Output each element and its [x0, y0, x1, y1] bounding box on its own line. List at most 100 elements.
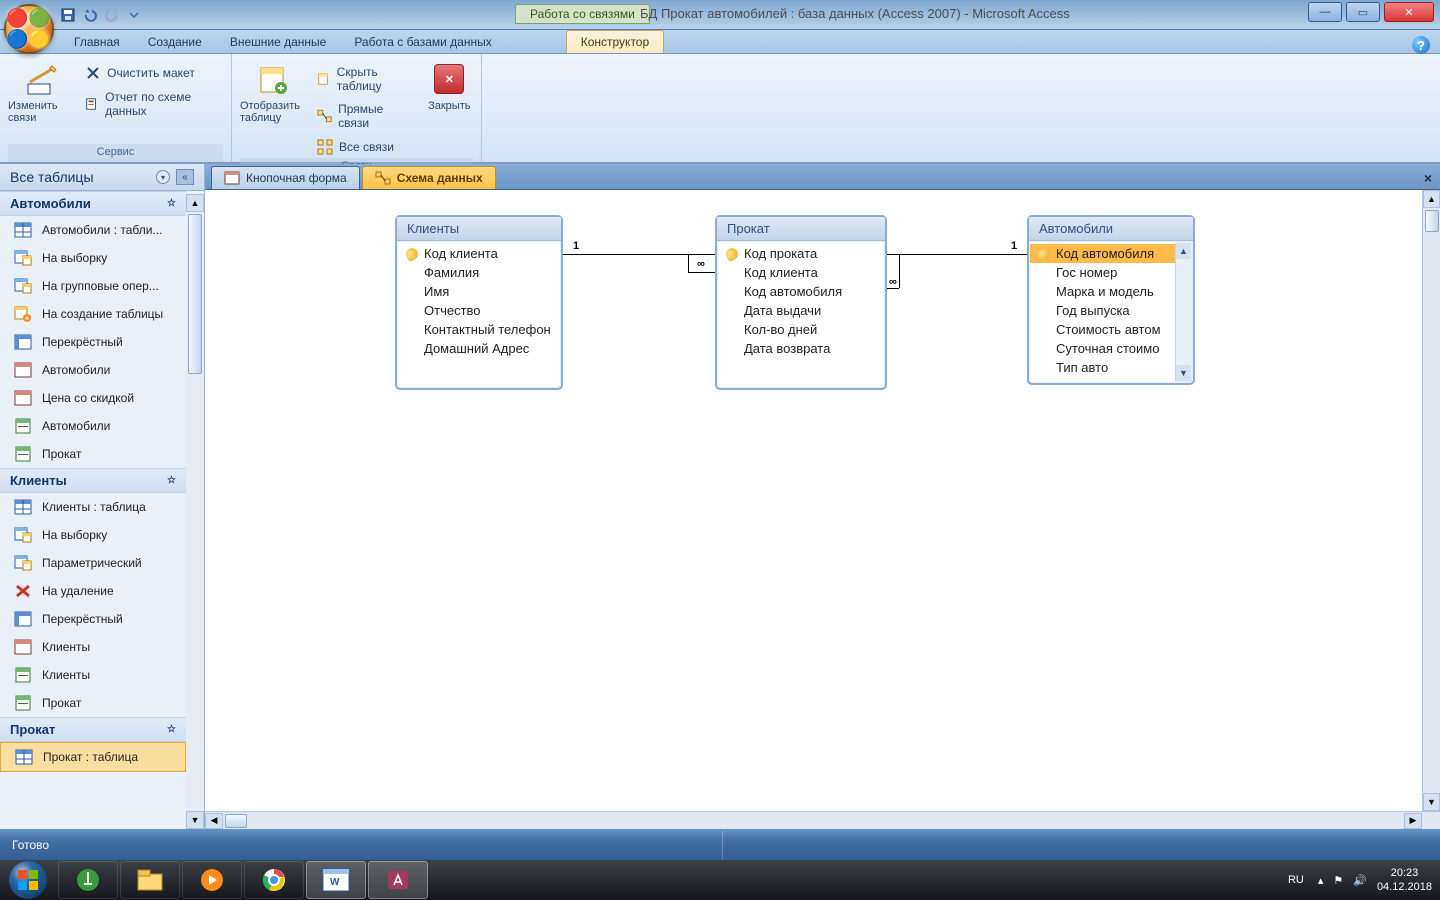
table-field[interactable]: Фамилия — [398, 263, 560, 282]
table-field[interactable]: Контактный телефон — [398, 320, 560, 339]
table-cars-scrollbar[interactable]: ▲ ▼ — [1175, 243, 1191, 381]
taskbar-app-chrome[interactable] — [244, 861, 304, 899]
nav-item[interactable]: На выборку — [0, 521, 186, 549]
nav-item[interactable]: Цена со скидкой — [0, 384, 186, 412]
all-relationships-button[interactable]: Все связи — [313, 136, 418, 158]
nav-item[interactable]: Клиенты — [0, 661, 186, 689]
nav-item[interactable]: Клиенты — [0, 633, 186, 661]
scroll-up-icon[interactable]: ▲ — [1423, 190, 1440, 208]
window-close-button[interactable]: ✕ — [1384, 2, 1434, 22]
office-button[interactable]: 🔴🟢🔵🟡 — [4, 4, 54, 54]
scroll-right-icon[interactable]: ▶ — [1404, 813, 1422, 829]
nav-item[interactable]: Автомобили — [0, 356, 186, 384]
scroll-up-icon[interactable]: ▲ — [186, 194, 204, 212]
tab-database-tools[interactable]: Работа с базами данных — [340, 31, 505, 53]
table-field[interactable]: Код клиента — [718, 263, 884, 282]
taskbar-app-media[interactable] — [182, 861, 242, 899]
relationship-report-button[interactable]: Отчет по схеме данных — [81, 87, 223, 121]
canvas-vertical-scrollbar[interactable]: ▲ ▼ — [1422, 190, 1440, 811]
qat-dropdown-icon[interactable] — [126, 7, 142, 23]
taskbar-app-explorer[interactable] — [120, 861, 180, 899]
nav-group-header[interactable]: Клиенты☆ — [0, 468, 186, 493]
nav-dropdown-icon[interactable]: ▾ — [156, 170, 170, 184]
table-field[interactable]: Код проката — [718, 244, 884, 263]
nav-item[interactable]: Автомобили : табли... — [0, 216, 186, 244]
relationships-canvas[interactable]: Клиенты Код клиентаФамилияИмяОтчествоКон… — [205, 190, 1440, 811]
show-table-button[interactable]: Отобразить таблицу — [240, 58, 305, 124]
language-indicator[interactable]: RU — [1284, 872, 1308, 888]
nav-item[interactable]: Перекрёстный — [0, 328, 186, 356]
taskbar-app-access[interactable] — [368, 861, 428, 899]
taskbar-app-word[interactable]: W — [306, 861, 366, 899]
tab-design[interactable]: Конструктор — [566, 30, 664, 53]
table-field[interactable]: Дата возврата — [718, 339, 884, 358]
scroll-down-icon[interactable]: ▼ — [1176, 365, 1191, 381]
scroll-down-icon[interactable]: ▼ — [1423, 793, 1440, 811]
tray-arrow-icon[interactable]: ▴ — [1318, 874, 1324, 887]
edit-relationships-button[interactable]: Изменить связи — [8, 58, 73, 124]
volume-icon[interactable]: 🔊 — [1353, 874, 1367, 887]
relationship-line[interactable] — [563, 254, 715, 255]
table-field[interactable]: Отчество — [398, 301, 560, 320]
table-field[interactable]: Домашний Адрес — [398, 339, 560, 358]
close-button[interactable]: ✕ Закрыть — [426, 58, 473, 112]
nav-item[interactable]: На удаление — [0, 577, 186, 605]
scroll-down-icon[interactable]: ▼ — [186, 811, 204, 829]
table-field[interactable]: Гос номер — [1030, 263, 1176, 282]
table-field[interactable]: Суточная стоимо — [1030, 339, 1176, 358]
tab-relationships[interactable]: Схема данных — [362, 166, 496, 189]
nav-item[interactable]: Прокат — [0, 440, 186, 468]
table-field[interactable]: Год выпуска — [1030, 301, 1176, 320]
action-center-icon[interactable]: ⚑ — [1333, 874, 1343, 887]
nav-item[interactable]: Клиенты : таблица — [0, 493, 186, 521]
table-field[interactable]: Кол-во дней — [718, 320, 884, 339]
table-field[interactable]: Тип авто — [1030, 358, 1176, 377]
table-rental[interactable]: Прокат Код прокатаКод клиентаКод автомоб… — [715, 215, 887, 390]
nav-group-header[interactable]: Автомобили☆ — [0, 191, 186, 216]
table-field[interactable]: Имя — [398, 282, 560, 301]
scroll-up-icon[interactable]: ▲ — [1176, 243, 1191, 259]
nav-item[interactable]: На выборку — [0, 244, 186, 272]
taskbar-app-torrent[interactable] — [58, 861, 118, 899]
table-field[interactable]: Марка и модель — [1030, 282, 1176, 301]
scroll-thumb[interactable] — [225, 814, 247, 828]
table-field[interactable]: Код автомобиля — [718, 282, 884, 301]
tab-external-data[interactable]: Внешние данные — [216, 31, 341, 53]
relationship-line[interactable] — [887, 254, 1027, 255]
minimize-button[interactable]: — — [1308, 2, 1342, 22]
save-icon[interactable] — [60, 7, 76, 23]
direct-relationships-button[interactable]: Прямые связи — [313, 99, 418, 133]
maximize-button[interactable]: ▭ — [1346, 2, 1380, 22]
table-field[interactable]: Дата выдачи — [718, 301, 884, 320]
clear-layout-button[interactable]: Очистить макет — [81, 62, 223, 84]
nav-item[interactable]: Прокат : таблица — [0, 742, 186, 772]
scroll-thumb[interactable] — [1425, 210, 1439, 232]
nav-item[interactable]: Параметрический — [0, 549, 186, 577]
redo-icon[interactable] — [104, 7, 120, 23]
scroll-left-icon[interactable]: ◀ — [205, 813, 223, 829]
nav-item[interactable]: На создание таблицы — [0, 300, 186, 328]
tab-button-form[interactable]: Кнопочная форма — [211, 166, 360, 189]
table-field[interactable]: Код автомобиля — [1030, 244, 1176, 263]
nav-vertical-scrollbar[interactable]: ▲ ▼ — [186, 194, 204, 829]
table-clients[interactable]: Клиенты Код клиентаФамилияИмяОтчествоКон… — [395, 215, 563, 390]
nav-group-header[interactable]: Прокат☆ — [0, 717, 186, 742]
nav-item[interactable]: Перекрёстный — [0, 605, 186, 633]
nav-item[interactable]: На групповые опер... — [0, 272, 186, 300]
canvas-horizontal-scrollbar[interactable]: ◀ ▶ — [205, 811, 1440, 829]
help-icon[interactable]: ? — [1412, 36, 1430, 54]
close-document-icon[interactable]: × — [1424, 170, 1432, 186]
start-button[interactable] — [0, 860, 56, 900]
nav-pane-header[interactable]: Все таблицы ▾ « — [0, 164, 204, 191]
tab-create[interactable]: Создание — [134, 31, 216, 53]
nav-item[interactable]: Прокат — [0, 689, 186, 717]
table-field[interactable]: Код клиента — [398, 244, 560, 263]
hide-table-button[interactable]: Скрыть таблицу — [313, 62, 418, 96]
nav-item[interactable]: Автомобили — [0, 412, 186, 440]
undo-icon[interactable] — [82, 7, 98, 23]
table-field[interactable]: Стоимость автом — [1030, 320, 1176, 339]
nav-collapse-icon[interactable]: « — [176, 169, 194, 185]
tab-home[interactable]: Главная — [60, 31, 134, 53]
table-cars[interactable]: Автомобили Код автомобиляГос номерМарка … — [1027, 215, 1195, 385]
clock[interactable]: 20:23 04.12.2018 — [1377, 866, 1432, 895]
